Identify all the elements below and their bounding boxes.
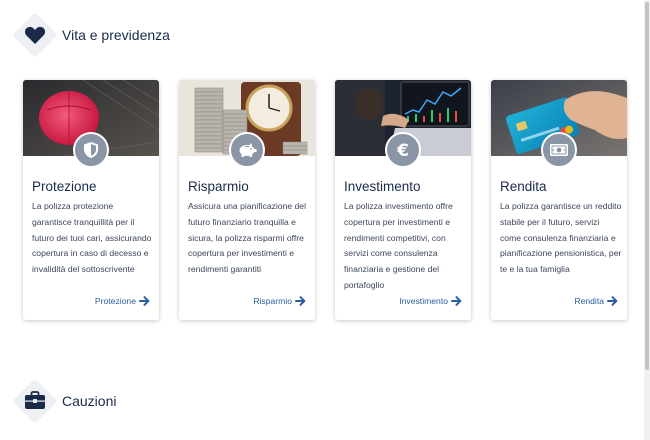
section-icon-badge (12, 378, 58, 424)
card-link-investimento[interactable]: Investimento (399, 296, 462, 306)
svg-text:€: € (396, 141, 409, 159)
card-icon-badge: € (385, 132, 421, 168)
scrollbar-thumb[interactable] (645, 2, 649, 370)
card-description: La polizza investimento offre copertura … (344, 201, 453, 290)
card-link-protezione[interactable]: Protezione (95, 296, 150, 306)
card-investimento[interactable]: € Investimento La polizza investimento o… (335, 80, 471, 320)
heart-icon (24, 26, 46, 44)
arrow-right-icon (607, 296, 618, 306)
page-scrollbar[interactable] (644, 0, 650, 440)
arrow-right-icon (451, 296, 462, 306)
card-link-label: Protezione (94, 296, 136, 306)
card-link-label: Investimento (399, 296, 448, 306)
card-link-label: Risparmio (253, 296, 292, 306)
briefcase-icon (25, 391, 45, 409)
card-link-risparmio[interactable]: Risparmio (253, 296, 306, 306)
card-protezione[interactable]: Protezione La polizza protezione garanti… (23, 80, 159, 320)
section-header-cauzioni: Cauzioni (12, 378, 116, 424)
card-title: Investimento (344, 179, 421, 194)
card-icon-badge (73, 132, 109, 168)
card-description: La polizza garantisce un reddito stabile… (500, 201, 622, 275)
card-description: La polizza protezione garantisce tranqui… (32, 201, 152, 275)
piggy-bank-icon (239, 143, 257, 157)
arrow-right-icon (295, 296, 306, 306)
card-description: Assicura una pianificazione del futuro f… (188, 201, 306, 275)
card-title: Risparmio (188, 179, 249, 194)
shield-icon (84, 142, 98, 158)
card-link-label: Rendita (574, 296, 604, 306)
section-header-vita: Vita e previdenza (12, 12, 170, 58)
card-title: Protezione (32, 179, 97, 194)
card-rendita[interactable]: Rendita La polizza garantisce un reddito… (491, 80, 627, 320)
euro-icon: € (396, 141, 409, 159)
arrow-right-icon (139, 296, 150, 306)
section-title: Cauzioni (62, 393, 117, 409)
card-icon-badge (541, 132, 577, 168)
card-title: Rendita (500, 179, 547, 194)
card-risparmio[interactable]: Risparmio Assicura una pianificazione de… (179, 80, 315, 320)
banknote-icon (550, 144, 568, 156)
section-icon-badge (12, 12, 58, 58)
section-title: Vita e previdenza (62, 27, 170, 43)
card-icon-badge (229, 132, 265, 168)
card-link-rendita[interactable]: Rendita (574, 296, 618, 306)
